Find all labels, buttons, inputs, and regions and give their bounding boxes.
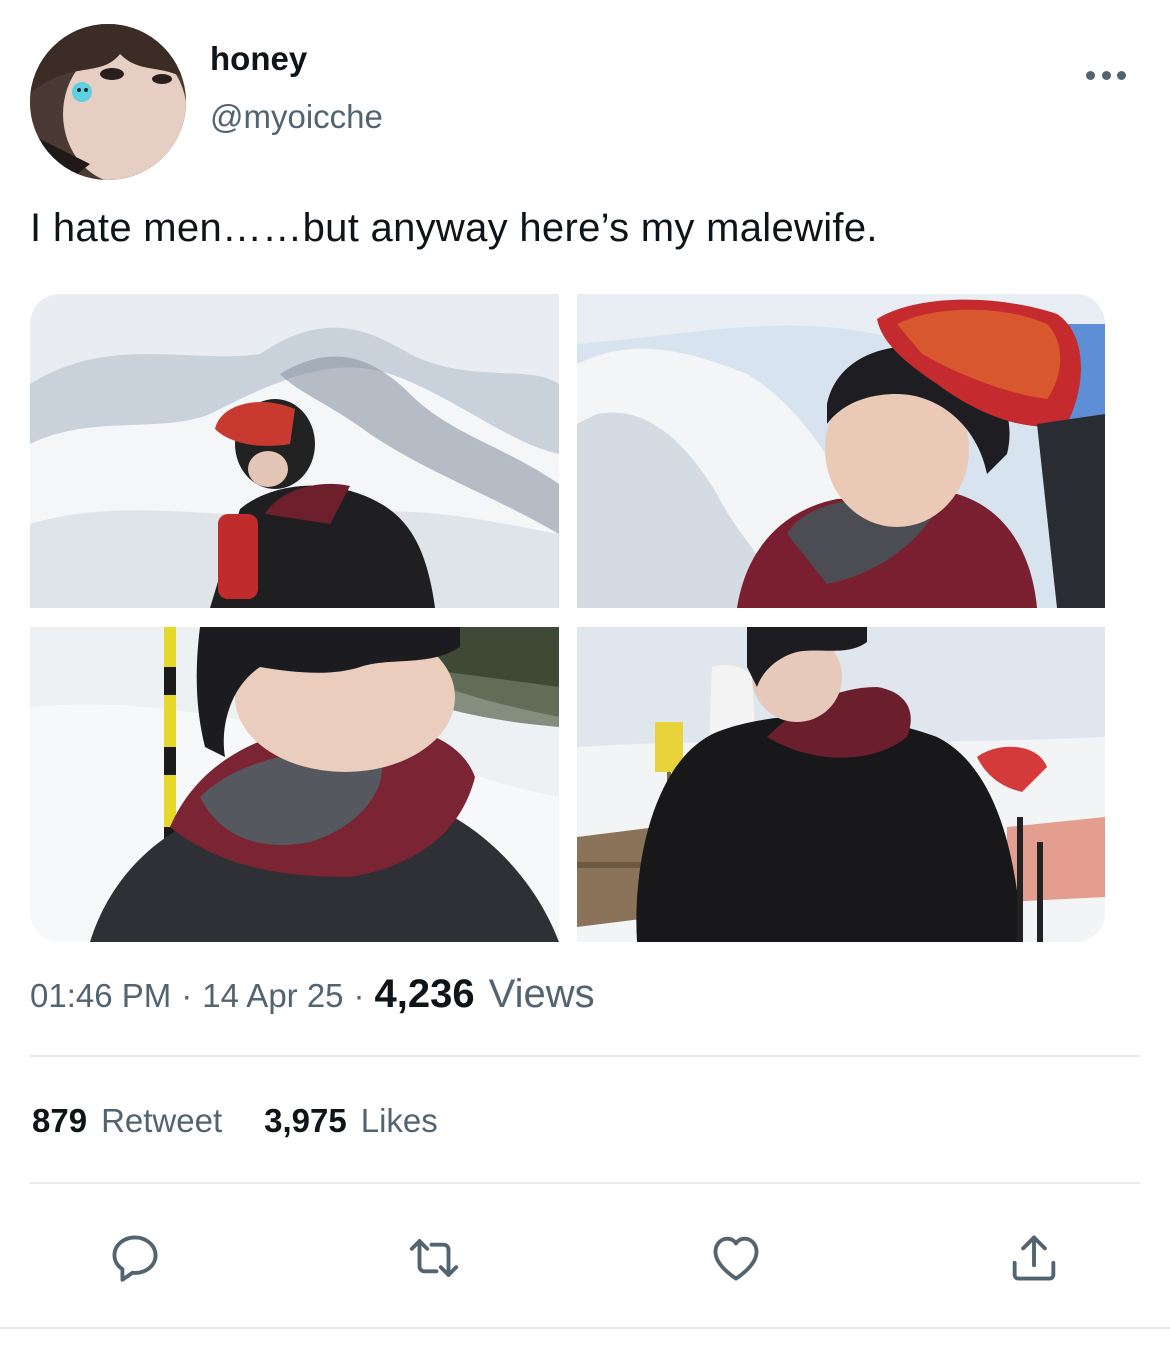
photo-1-image: [30, 294, 559, 608]
retweets-count: 879: [32, 1102, 88, 1139]
tweet-time[interactable]: 01:46 PM: [30, 977, 171, 1015]
heart-icon: [713, 1236, 759, 1281]
retweets-stat[interactable]: 879 Retweet: [32, 1102, 222, 1140]
like-button[interactable]: [704, 1226, 768, 1290]
reply-icon: [112, 1235, 158, 1282]
tweet-container: honey @myoicche I hate men……but anyway h…: [0, 0, 1170, 1347]
action-bar: [0, 1226, 1170, 1290]
tweet-meta: 01:46 PM · 14 Apr 25 · 4,236 Views: [30, 972, 595, 1022]
photo-2[interactable]: [577, 294, 1105, 608]
photo-3[interactable]: [30, 627, 559, 942]
reply-button[interactable]: [103, 1226, 167, 1290]
display-name[interactable]: honey: [210, 40, 307, 78]
more-horizontal-icon: [1086, 70, 1095, 80]
avatar[interactable]: [30, 24, 186, 180]
photo-4-image: [577, 627, 1105, 942]
tweet-date[interactable]: 14 Apr 25: [202, 977, 343, 1015]
photo-2-image: [577, 294, 1105, 608]
meta-separator: ·: [181, 977, 193, 1014]
tweet-stats: 879 Retweet 3,975 Likes: [32, 1102, 438, 1140]
more-options-button[interactable]: [1084, 62, 1128, 88]
photo-4[interactable]: [577, 627, 1105, 942]
likes-count: 3,975: [264, 1102, 347, 1139]
retweet-button[interactable]: [402, 1226, 466, 1290]
divider: [30, 1055, 1140, 1057]
retweets-label: Retweet: [101, 1102, 223, 1139]
share-icon: [1012, 1235, 1056, 1281]
tweet-text: I hate men……but anyway here’s my malewif…: [30, 206, 878, 250]
avatar-image: [30, 24, 186, 180]
user-handle[interactable]: @myoicche: [210, 98, 383, 136]
share-button[interactable]: [1002, 1226, 1066, 1290]
divider: [30, 1182, 1140, 1184]
likes-label: Likes: [360, 1102, 438, 1139]
media-grid: [30, 294, 1105, 942]
divider: [0, 1327, 1170, 1329]
photo-1[interactable]: [30, 294, 559, 608]
likes-stat[interactable]: 3,975 Likes: [264, 1102, 438, 1140]
views-label: Views: [488, 972, 595, 1016]
photo-3-image: [30, 627, 559, 942]
meta-separator: ·: [353, 977, 365, 1014]
views-count: 4,236: [374, 972, 475, 1016]
retweet-icon: [409, 1239, 459, 1277]
